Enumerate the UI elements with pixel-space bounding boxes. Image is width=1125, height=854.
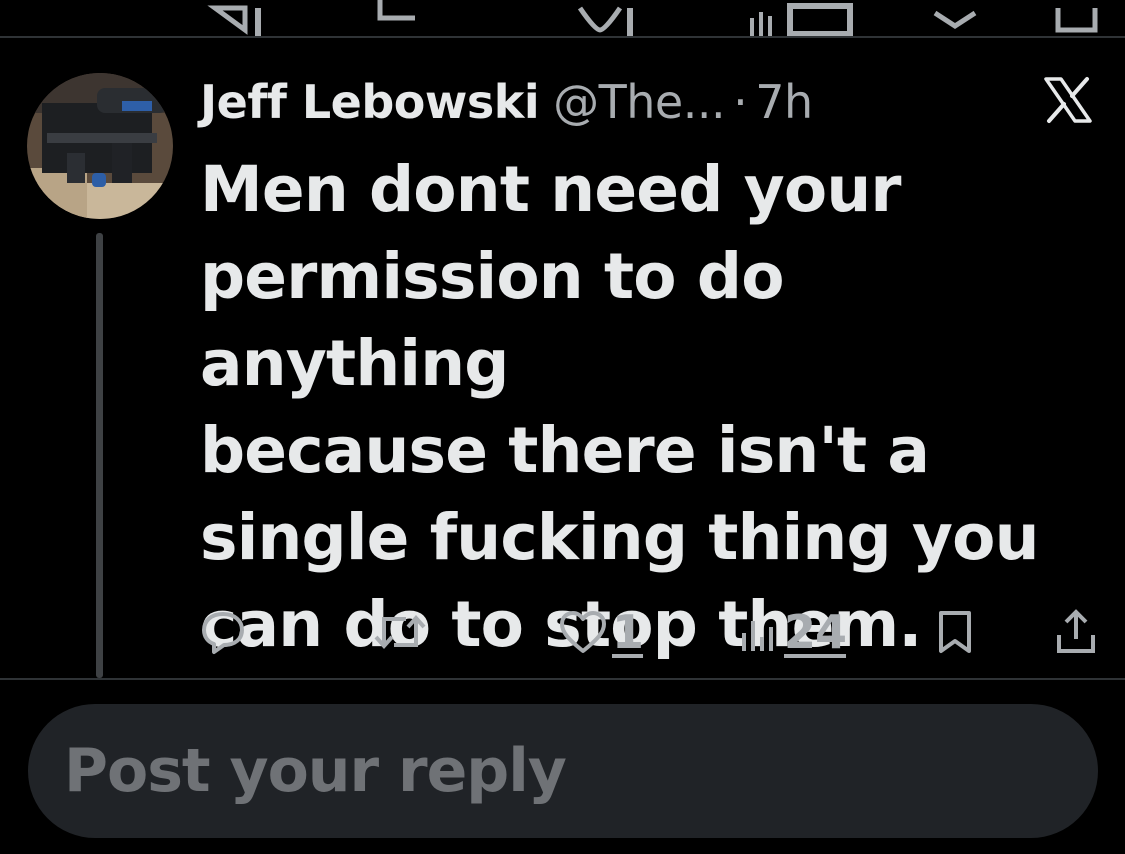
views-count[interactable]: 24 — [784, 605, 847, 659]
previous-like-icon — [577, 6, 633, 36]
reply-icon — [202, 612, 244, 654]
avatar[interactable] — [27, 73, 173, 219]
reply-input[interactable] — [28, 704, 1098, 838]
repost-button[interactable] — [372, 600, 428, 664]
reply-button[interactable] — [200, 600, 246, 664]
timestamp[interactable]: 7h — [755, 75, 813, 129]
heart-icon — [560, 611, 606, 653]
x-logo-icon[interactable] — [1042, 76, 1094, 124]
separator-dot: · — [733, 75, 748, 129]
previous-share-icon — [1055, 8, 1098, 33]
bookmark-icon — [939, 611, 971, 653]
reply-box[interactable] — [28, 704, 1098, 838]
tweet-header: Jeff Lebowski @The... · 7h — [200, 70, 813, 134]
views-icon — [742, 621, 773, 651]
user-handle[interactable]: @The... — [553, 75, 725, 129]
like-button[interactable]: 1 — [558, 600, 644, 664]
bottom-divider — [0, 678, 1125, 680]
previous-reply-icon — [207, 5, 261, 36]
repost-icon — [374, 614, 426, 650]
like-count[interactable]: 1 — [612, 605, 644, 659]
share-icon — [1057, 609, 1095, 653]
previous-tweet-actions — [0, 0, 1125, 36]
views-button[interactable]: 24 — [740, 600, 847, 664]
tweet-text: Men dont need your permission to do anyt… — [200, 153, 1040, 661]
previous-bookmark-icon — [933, 10, 977, 29]
bookmark-button[interactable] — [935, 600, 975, 664]
tweet-actions: 1 24 — [0, 600, 1125, 664]
previous-repost-icon — [377, 0, 415, 21]
avatar-image — [27, 73, 173, 219]
share-button[interactable] — [1054, 600, 1098, 664]
top-divider — [0, 36, 1125, 38]
display-name[interactable]: Jeff Lebowski — [200, 75, 540, 129]
previous-views-icon — [750, 3, 853, 36]
